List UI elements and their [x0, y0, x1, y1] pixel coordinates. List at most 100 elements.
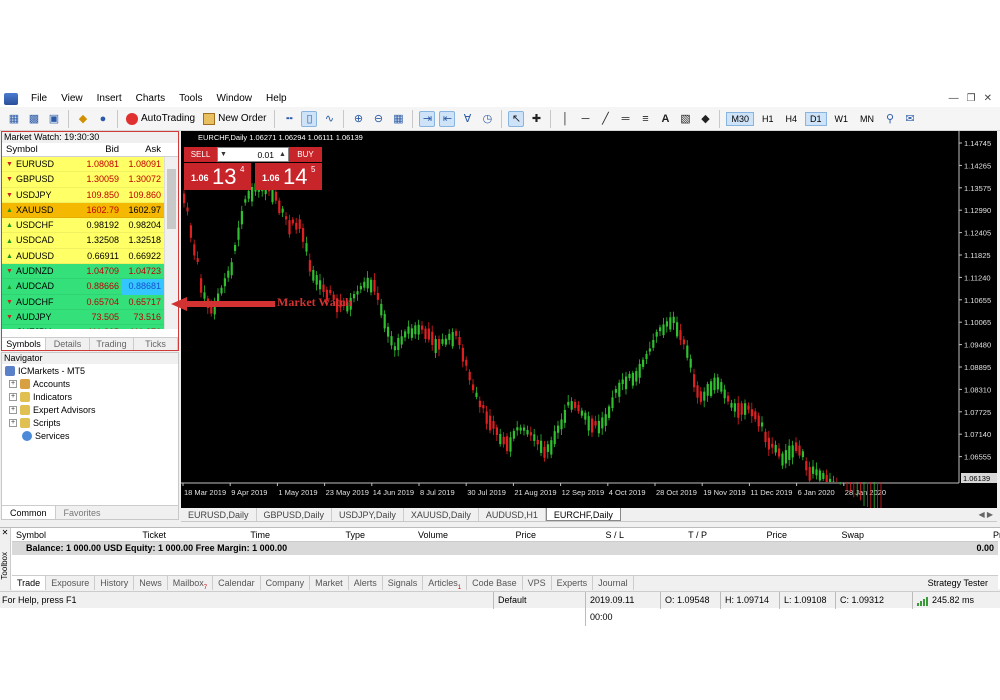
lot-size-input[interactable]: ▼ 0.01 ▲	[217, 147, 289, 162]
column-time[interactable]: Time	[170, 528, 274, 542]
line-chart-icon[interactable]: ∿	[321, 111, 337, 127]
toolbox-tab-news[interactable]: News	[134, 576, 168, 590]
scroll-thumb[interactable]	[167, 169, 176, 229]
expand-icon[interactable]: +	[9, 405, 17, 414]
tab-symbols[interactable]: Symbols	[2, 338, 46, 350]
chart-tab-eurusd[interactable]: EURUSD,Daily	[181, 508, 257, 521]
toolbox-tab-company[interactable]: Company	[261, 576, 311, 590]
column-type[interactable]: Type	[274, 528, 369, 542]
chart-tab-eurchf[interactable]: EURCHF,Daily	[545, 508, 621, 521]
new-chart-icon[interactable]: ▦	[6, 111, 22, 127]
fibonacci-icon[interactable]: ≡	[637, 111, 653, 127]
market-watch-row[interactable]: ▲ AUDCAD 0.88666 0.88681	[2, 279, 178, 295]
status-connection[interactable]: 245.82 ms	[912, 592, 1000, 609]
navigator-item-indicators[interactable]: + Indicators	[2, 390, 178, 403]
indicators-icon[interactable]: ∀	[459, 111, 475, 127]
tab-details[interactable]: Details	[46, 338, 90, 350]
navigator-root[interactable]: ICMarkets - MT5	[2, 364, 178, 377]
search-icon[interactable]: ⚲	[882, 111, 898, 127]
vertical-line-icon[interactable]: │	[557, 111, 573, 127]
column-symbol[interactable]: Symbol	[2, 143, 80, 157]
menu-charts[interactable]: Charts	[129, 93, 172, 104]
chevron-up-icon[interactable]: ▲	[277, 151, 288, 158]
autotrading-button[interactable]: AutoTrading	[122, 109, 199, 129]
cursor-icon[interactable]: ↖	[508, 110, 525, 127]
toolbox-tab-trade[interactable]: Trade	[12, 576, 47, 590]
timeframe-h1[interactable]: H1	[758, 113, 778, 125]
menu-insert[interactable]: Insert	[90, 93, 129, 104]
status-profile[interactable]: Default	[493, 592, 583, 609]
sell-button[interactable]: SELL	[184, 147, 217, 162]
timeframe-m30[interactable]: M30	[726, 111, 754, 126]
zoom-in-icon[interactable]: ⊕	[350, 111, 366, 127]
balance-row[interactable]: Balance: 1 000.00 USD Equity: 1 000.00 F…	[12, 542, 998, 555]
toolbox-tab-experts[interactable]: Experts	[552, 576, 594, 590]
close-icon[interactable]: ✕	[984, 93, 992, 104]
tab-favorites[interactable]: Favorites	[56, 506, 109, 519]
market-watch-row[interactable]: ▲ AUDUSD 0.66911 0.66922	[2, 248, 178, 265]
menu-tools[interactable]: Tools	[172, 93, 209, 104]
expand-icon[interactable]: +	[9, 418, 17, 427]
toolbox-tab-market[interactable]: Market	[310, 576, 349, 590]
crosshair-icon[interactable]: ✚	[528, 111, 544, 127]
chat-icon[interactable]: ✉	[902, 111, 918, 127]
column-profit[interactable]: Profit	[868, 528, 1000, 542]
sell-price-box[interactable]: 1.06 13 4	[184, 163, 251, 190]
timeframe-h4[interactable]: H4	[782, 113, 802, 125]
toolbox-tab-mailbox[interactable]: Mailbox7	[168, 576, 214, 591]
timeframe-d1[interactable]: D1	[805, 111, 827, 126]
navigator-item-expert-advisors[interactable]: + Expert Advisors	[2, 403, 178, 416]
tab-common[interactable]: Common	[2, 506, 56, 519]
column-swap[interactable]: Swap	[791, 528, 868, 542]
trendline-icon[interactable]: ╱	[597, 111, 613, 127]
toolbox-tab-code-base[interactable]: Code Base	[467, 576, 523, 590]
toolbox-tab-journal[interactable]: Journal	[593, 576, 634, 590]
templates-icon[interactable]: ▣	[46, 111, 62, 127]
tab-scroll-controls[interactable]: ◀ ▶	[978, 508, 997, 521]
timeframe-mn[interactable]: MN	[856, 113, 878, 125]
market-watch-row[interactable]: ▲ USDCAD 1.32508 1.32518	[2, 233, 178, 249]
toolbox-tab-exposure[interactable]: Exposure	[46, 576, 96, 590]
profiles-icon[interactable]: ▩	[26, 111, 42, 127]
close-icon[interactable]: ✕	[0, 528, 10, 538]
column-volume[interactable]: Volume	[369, 528, 452, 542]
column-current-price[interactable]: Price	[711, 528, 791, 542]
market-watch-row[interactable]: ▼ USDJPY 109.850 109.860	[2, 187, 178, 203]
toolbox-tab-history[interactable]: History	[95, 576, 135, 590]
auto-scroll-icon[interactable]: ⇥	[419, 110, 436, 127]
market-watch-row[interactable]: ▲ USDCHF 0.98192 0.98204	[2, 218, 178, 234]
equidistant-channel-icon[interactable]: ═	[617, 111, 633, 127]
buy-price-box[interactable]: 1.06 14 5	[255, 163, 322, 190]
community-icon[interactable]: ●	[95, 111, 111, 127]
navigator-item-scripts[interactable]: + Scripts	[2, 416, 178, 429]
toolbox-tab-vps[interactable]: VPS	[523, 576, 552, 590]
market-watch-row[interactable]: ▼ AUDCHF 0.65704 0.65717	[2, 294, 178, 310]
restore-icon[interactable]: ❐	[967, 93, 976, 104]
expand-icon[interactable]: +	[9, 392, 17, 401]
chart-tab-gbpusd[interactable]: GBPUSD,Daily	[257, 508, 333, 521]
column-bid[interactable]: Bid	[80, 143, 122, 157]
column-ask[interactable]: Ask	[122, 143, 164, 157]
bar-chart-icon[interactable]: ╍	[281, 111, 297, 127]
expand-icon[interactable]: +	[9, 379, 17, 388]
periods-icon[interactable]: ◷	[479, 111, 495, 127]
column-price[interactable]: Price	[452, 528, 540, 542]
navigator-item-services[interactable]: Services	[2, 429, 178, 442]
column-ticket[interactable]: Ticket	[102, 528, 170, 542]
chart-shift-icon[interactable]: ⇤	[439, 110, 456, 127]
text-label-icon[interactable]: ▧	[677, 111, 693, 127]
toolbox-tab-calendar[interactable]: Calendar	[213, 576, 261, 590]
toolbox-tab-articles[interactable]: Articles1	[423, 576, 468, 591]
menu-file[interactable]: File	[24, 93, 54, 104]
chevron-down-icon[interactable]: ▼	[218, 151, 229, 158]
market-watch-row[interactable]: ▼ EURUSD 1.08081 1.08091	[2, 157, 178, 173]
market-watch-row[interactable]: ▼ AUDJPY 73.505 73.516	[2, 309, 178, 326]
market-watch-row[interactable]: ▲ XAUUSD 1602.79 1602.97	[2, 202, 178, 219]
chart-tab-audusd[interactable]: AUDUSD,H1	[479, 508, 546, 521]
column-sl[interactable]: S / L	[540, 528, 628, 542]
strategy-tester-tab[interactable]: Strategy Tester	[928, 576, 998, 590]
chart-tab-xauusd[interactable]: XAUUSD,Daily	[404, 508, 479, 521]
new-order-button[interactable]: New Order	[199, 109, 270, 129]
menu-window[interactable]: Window	[209, 93, 259, 104]
buy-button[interactable]: BUY	[289, 147, 322, 162]
